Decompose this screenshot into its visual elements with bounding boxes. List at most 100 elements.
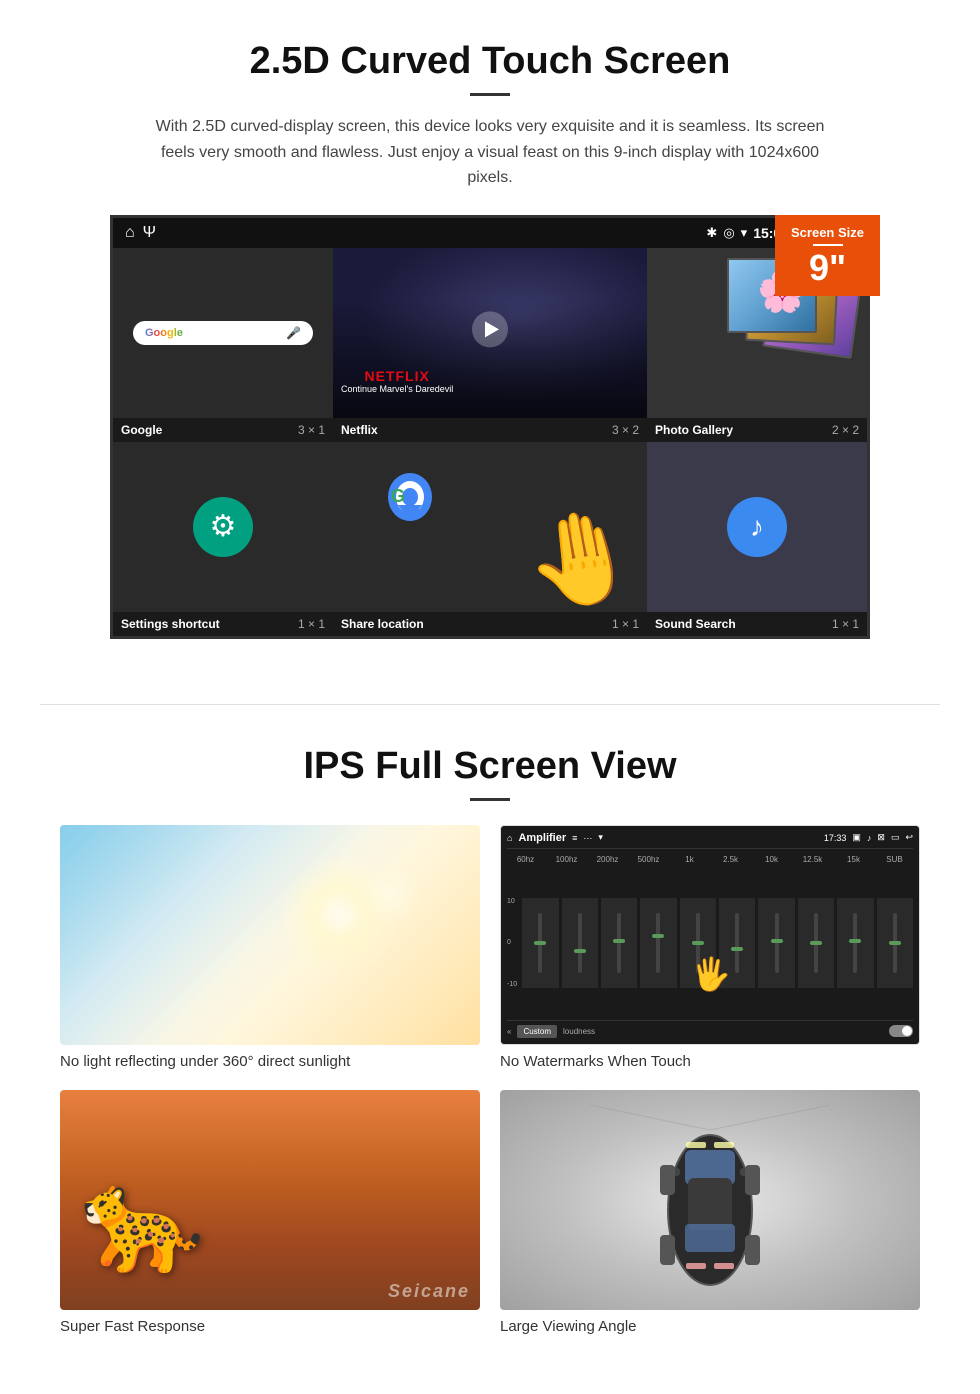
slider-handle-10 [889,941,901,945]
caption-car: Large Viewing Angle [500,1318,920,1335]
freq-2k5: 2.5k [712,855,749,864]
slider-1k[interactable]: 🖐 [680,898,716,988]
slider-handle-9 [849,939,861,943]
slider-handle-1 [534,941,546,945]
netflix-subtitle: Continue Marvel's Daredevil [341,384,453,394]
app-grid-row1: Google 🎤 NETFLIX Continue Marvel's Dared… [113,248,867,418]
slider-handle-7 [771,939,783,943]
label-netflix: Netflix 3 × 2 [333,418,647,442]
hand-pointing-icon: 🤚 [517,498,646,612]
slider-track-10 [893,913,897,973]
img-cheetah: 🐆 Seicane [60,1090,480,1310]
section1-title: 2.5D Curved Touch Screen [60,40,920,83]
location-icon: ◎ [723,225,734,241]
share-app-name: Share location [341,617,424,631]
netflix-label: NETFLIX Continue Marvel's Daredevil [341,368,453,394]
slider-track-4 [656,913,660,973]
amp-x: ⊠ [877,832,885,843]
label-settings: Settings shortcut 1 × 1 [113,612,333,636]
db-10: 10 [507,898,517,905]
img-card-amplifier: ⌂ Amplifier ≡ ··· ▾ 17:33 ▣ ♪ ⊠ ▭ ↩ 60hz [500,825,920,1070]
car-top-svg [570,1100,850,1300]
bluetooth-icon: ✱ [706,225,717,241]
amp-time: 17:33 [824,833,847,843]
settings-app-name: Settings shortcut [121,617,220,631]
slider-10k[interactable] [758,898,794,988]
music-icon: ♪ [727,497,787,557]
slider-sub[interactable] [877,898,913,988]
img-car [500,1090,920,1310]
freq-200: 200hz [589,855,626,864]
img-card-car: Large Viewing Angle [500,1090,920,1335]
app-cell-share[interactable]: G 🤚 [333,442,647,612]
touch-hand-icon: 🖐 [691,955,731,993]
gallery-app-size: 2 × 2 [832,423,859,437]
slider-handle-2 [574,949,586,953]
gallery-app-name: Photo Gallery [655,423,733,437]
app-grid-row2: ⚙ G 🤚 [113,442,867,612]
amp-screen: ⌂ Amplifier ≡ ··· ▾ 17:33 ▣ ♪ ⊠ ▭ ↩ 60hz [501,826,919,1044]
slider-200[interactable] [601,898,637,988]
freq-sub: SUB [876,855,913,864]
amp-freq-labels: 60hz 100hz 200hz 500hz 1k 2.5k 10k 12.5k… [507,855,913,864]
slider-12k5[interactable] [798,898,834,988]
title2-underline [470,798,510,801]
amp-win: ▭ [891,832,900,843]
amp-home-icon: ⌂ [507,833,512,843]
slider-track-9 [853,913,857,973]
slider-handle-8 [810,941,822,945]
freq-1k: 1k [671,855,708,864]
home-icon[interactable]: ⌂ [125,224,135,242]
amp-vol: ♪ [867,833,872,843]
slider-handle-3 [613,939,625,943]
amp-db-labels: 10 0 -10 [507,898,517,988]
section2-title: IPS Full Screen View [60,745,920,788]
slider-100[interactable] [562,898,598,988]
freq-500: 500hz [630,855,667,864]
badge-size: 9" [791,250,864,286]
label-share: Share location 1 × 1 [333,612,647,636]
slider-500[interactable] [640,898,676,988]
caption-amplifier: No Watermarks When Touch [500,1053,920,1070]
row2-labels: Settings shortcut 1 × 1 Share location 1… [113,612,867,636]
badge-title: Screen Size [791,225,864,240]
sound-app-size: 1 × 1 [832,617,859,631]
app-cell-settings[interactable]: ⚙ [113,442,333,612]
freq-15k: 15k [835,855,872,864]
amp-custom-button[interactable]: Custom [517,1025,557,1038]
amp-wifi: ▾ [598,832,603,843]
status-bar: ⌂ Ψ ✱ ◎ ▾ 15:06 ▣ ♪ ⊠ ▭ [113,218,867,248]
title-underline [470,93,510,96]
seicane-watermark-cheetah: Seicane [388,1281,470,1302]
amp-back-arrows: « [507,1027,511,1036]
play-button[interactable] [472,311,508,347]
amp-sliders-container: 10 0 -10 [507,870,913,1016]
amp-title: Amplifier [518,832,566,844]
freq-10k: 10k [753,855,790,864]
slider-track-3 [617,913,621,973]
google-search-bar[interactable]: Google 🎤 [133,321,313,345]
google-logo: Google [145,327,183,339]
img-card-cheetah: 🐆 Seicane Super Fast Response [60,1090,480,1335]
app-cell-netflix[interactable]: NETFLIX Continue Marvel's Daredevil [333,248,647,418]
label-gallery: Photo Gallery 2 × 2 [647,418,867,442]
caption-cheetah: Super Fast Response [60,1318,480,1335]
slider-track-1 [538,913,542,973]
play-triangle-icon [485,321,499,337]
slider-track-7 [775,913,779,973]
badge-divider [813,244,843,246]
app-cell-sound[interactable]: ♪ [647,442,867,612]
netflix-app-size: 3 × 2 [612,423,639,437]
slider-15k[interactable] [837,898,873,988]
maps-icon: G [383,467,438,545]
amp-header: ⌂ Amplifier ≡ ··· ▾ 17:33 ▣ ♪ ⊠ ▭ ↩ [507,832,913,849]
slider-handle-5 [692,941,704,945]
slider-60[interactable] [522,898,558,988]
section-ips: IPS Full Screen View No light reflecting… [0,735,980,1365]
freq-100: 100hz [548,855,585,864]
label-google: Google 3 × 1 [113,418,333,442]
app-cell-google[interactable]: Google 🎤 [113,248,333,418]
mic-icon[interactable]: 🎤 [286,326,301,340]
amp-loudness-toggle[interactable] [889,1025,913,1037]
caption-sunlight: No light reflecting under 360° direct su… [60,1053,480,1070]
